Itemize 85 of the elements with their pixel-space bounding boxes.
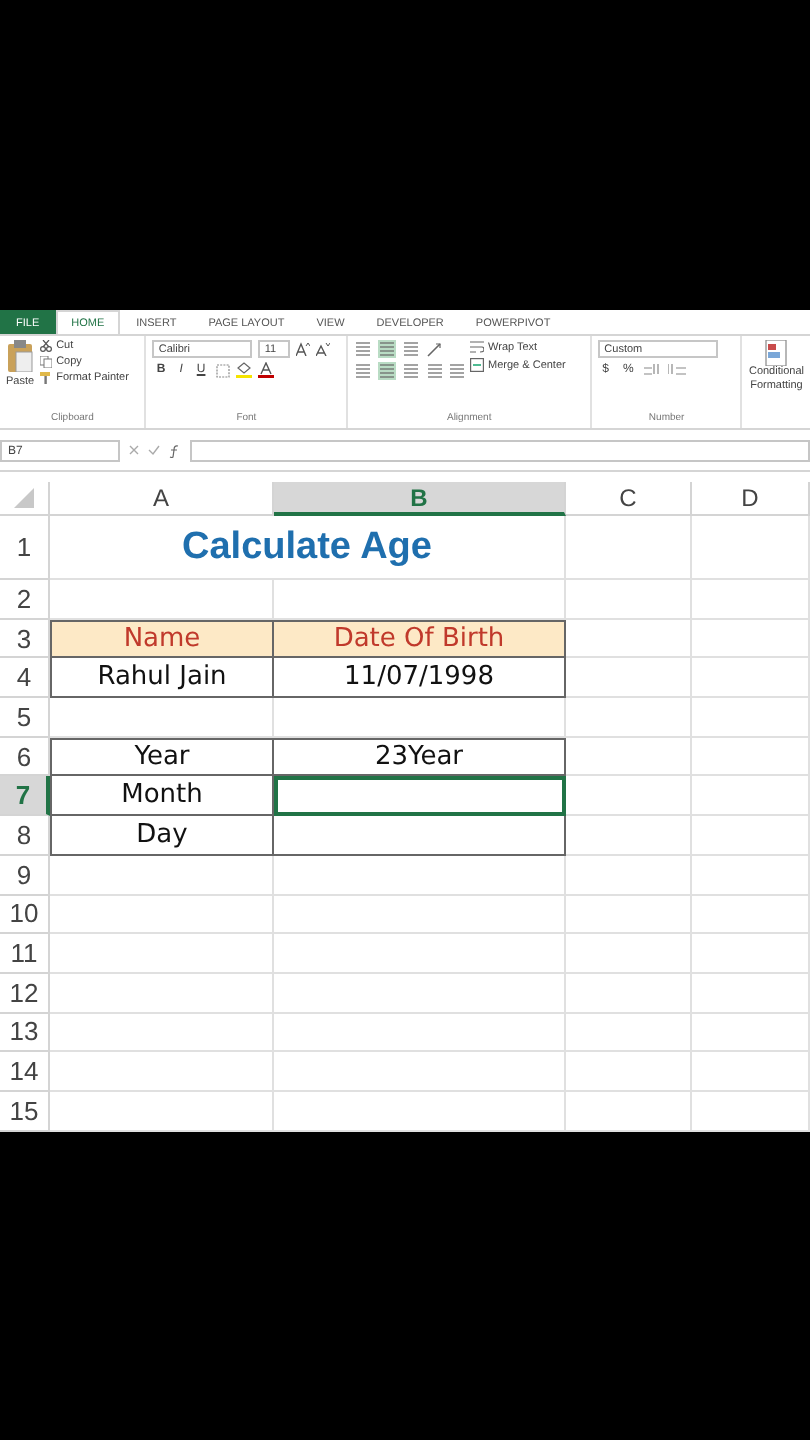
table-cell bbox=[566, 1052, 692, 1092]
wrap-text-icon[interactable] bbox=[470, 340, 485, 354]
table-cell bbox=[566, 1013, 692, 1053]
table-cell: 23Year bbox=[274, 737, 566, 777]
column-header[interactable]: D bbox=[692, 482, 810, 516]
conditional-formatting-icon[interactable] bbox=[764, 340, 789, 366]
table-cell: Calculate Age bbox=[50, 516, 566, 580]
table-cell bbox=[692, 1013, 810, 1053]
font-color-icon[interactable] bbox=[257, 362, 274, 378]
table-cell bbox=[692, 580, 810, 620]
paste-icon[interactable] bbox=[6, 340, 35, 372]
row-header[interactable]: 1 bbox=[0, 516, 50, 580]
table-cell bbox=[692, 973, 810, 1014]
paintbrush-icon[interactable] bbox=[40, 372, 53, 384]
column-header[interactable]: B bbox=[274, 482, 566, 516]
merge-cells-icon[interactable] bbox=[470, 358, 485, 372]
table-cell bbox=[566, 658, 692, 699]
row-header[interactable]: 2 bbox=[0, 580, 50, 620]
grow-font-icon[interactable] bbox=[296, 342, 311, 356]
table-cell bbox=[566, 776, 692, 817]
cancel-icon[interactable] bbox=[128, 444, 140, 456]
align-center-icon[interactable] bbox=[378, 362, 397, 380]
table-cell bbox=[566, 1091, 692, 1132]
orientation-icon[interactable] bbox=[426, 340, 445, 358]
decrease-decimal-icon[interactable] bbox=[667, 362, 686, 376]
table-cell: Month bbox=[50, 776, 274, 817]
column-header[interactable]: A bbox=[50, 482, 274, 516]
table-cell bbox=[566, 973, 692, 1014]
enter-check-icon[interactable] bbox=[148, 444, 160, 456]
table-cell: Name bbox=[50, 619, 274, 659]
table-cell bbox=[692, 934, 810, 974]
table-cell bbox=[566, 895, 692, 935]
table-cell bbox=[566, 855, 692, 895]
align-left-icon[interactable] bbox=[354, 362, 373, 380]
table-cell bbox=[566, 816, 692, 856]
table-cell bbox=[566, 934, 692, 974]
row-header[interactable]: 7 bbox=[0, 776, 50, 817]
table-cell bbox=[692, 737, 810, 777]
row-header[interactable]: 11 bbox=[0, 934, 50, 974]
table-cell: Date Of Birth bbox=[274, 619, 566, 659]
fill-color-icon[interactable] bbox=[235, 362, 252, 378]
row-header[interactable]: 15 bbox=[0, 1091, 50, 1132]
row-header[interactable]: 3 bbox=[0, 619, 50, 659]
insert-function-icon[interactable] bbox=[168, 443, 182, 457]
row-header[interactable]: 4 bbox=[0, 658, 50, 699]
row-header[interactable]: 6 bbox=[0, 737, 50, 777]
table-cell bbox=[692, 1091, 810, 1132]
select-all-icon[interactable] bbox=[14, 488, 34, 508]
table-cell bbox=[692, 816, 810, 856]
align-top-icon[interactable] bbox=[354, 340, 373, 358]
table-cell: Day bbox=[50, 816, 274, 856]
row-header[interactable]: 10 bbox=[0, 895, 50, 935]
increase-indent-icon[interactable] bbox=[448, 362, 465, 378]
table-cell bbox=[692, 1052, 810, 1092]
table-cell bbox=[566, 580, 692, 620]
decrease-indent-icon[interactable] bbox=[426, 362, 443, 378]
row-header[interactable]: 13 bbox=[0, 1013, 50, 1053]
align-middle-icon[interactable] bbox=[378, 340, 397, 358]
row-header[interactable]: 8 bbox=[0, 816, 50, 856]
table-cell bbox=[692, 698, 810, 738]
row-header[interactable]: 5 bbox=[0, 698, 50, 738]
column-header[interactable]: C bbox=[566, 482, 692, 516]
table-cell bbox=[692, 776, 810, 817]
table-cell bbox=[566, 516, 692, 580]
table-cell: Year bbox=[50, 737, 274, 777]
table-cell bbox=[566, 698, 692, 738]
table-cell bbox=[566, 619, 692, 659]
row-header[interactable]: 12 bbox=[0, 973, 50, 1014]
shrink-font-icon[interactable] bbox=[316, 342, 331, 356]
table-cell bbox=[566, 737, 692, 777]
increase-decimal-icon[interactable] bbox=[643, 362, 662, 376]
table-cell bbox=[692, 619, 810, 659]
formula-input-field[interactable] bbox=[190, 439, 810, 461]
table-cell: 11/07/1998 bbox=[274, 658, 566, 699]
table-cell bbox=[692, 855, 810, 895]
align-right-icon[interactable] bbox=[402, 362, 421, 380]
row-header[interactable]: 14 bbox=[0, 1052, 50, 1092]
table-cell bbox=[692, 895, 810, 935]
table-cell bbox=[692, 516, 810, 580]
table-cell: Rahul Jain bbox=[50, 658, 274, 699]
row-header[interactable]: 9 bbox=[0, 855, 50, 895]
table-cell bbox=[692, 658, 810, 699]
align-bottom-icon[interactable] bbox=[402, 340, 421, 358]
borders-icon[interactable] bbox=[215, 363, 230, 377]
scissors-icon[interactable] bbox=[40, 340, 53, 352]
